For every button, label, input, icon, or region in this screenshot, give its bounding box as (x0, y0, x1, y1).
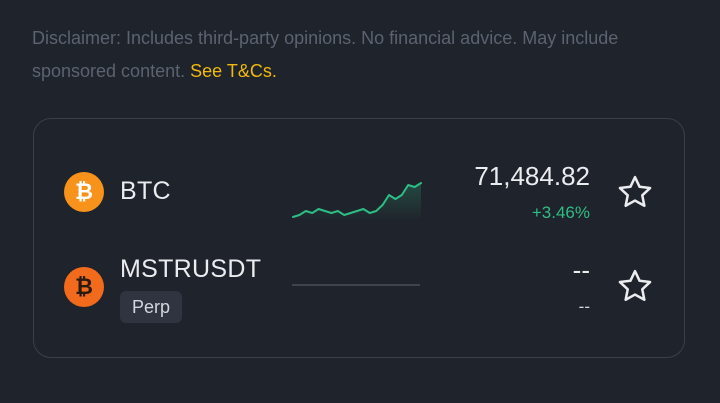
sparkline-chart (292, 182, 422, 221)
sparkline-area (293, 183, 421, 221)
market-row-btc[interactable]: ₿ BTC 71,484.82 +3.46% (34, 139, 684, 249)
favorite-star-icon[interactable] (616, 173, 654, 211)
market-symbol: BTC (120, 177, 171, 205)
watchlist-card: ₿ BTC 71,484.82 +3.46% ₿ MSTRUSDT Perp -… (33, 118, 685, 358)
sparkline-empty (292, 284, 420, 286)
price-change: -- (578, 297, 590, 316)
terms-link[interactable]: See T&Cs. (190, 61, 277, 81)
bitcoin-icon: ₿ (64, 267, 104, 307)
bitcoin-icon: ₿ (64, 172, 104, 212)
price-change: +3.46% (531, 203, 590, 222)
market-price: -- (572, 255, 590, 285)
favorite-star-icon[interactable] (616, 267, 654, 305)
disclaimer: Disclaimer: Includes third-party opinion… (32, 22, 692, 88)
disclaimer-text: Disclaimer: Includes third-party opinion… (32, 28, 619, 81)
perp-badge: Perp (120, 291, 183, 323)
market-row-mstrusdt[interactable]: ₿ MSTRUSDT Perp -- -- (34, 247, 684, 357)
market-symbol: MSTRUSDT (120, 255, 262, 283)
market-price: 71,484.82 (474, 161, 590, 191)
